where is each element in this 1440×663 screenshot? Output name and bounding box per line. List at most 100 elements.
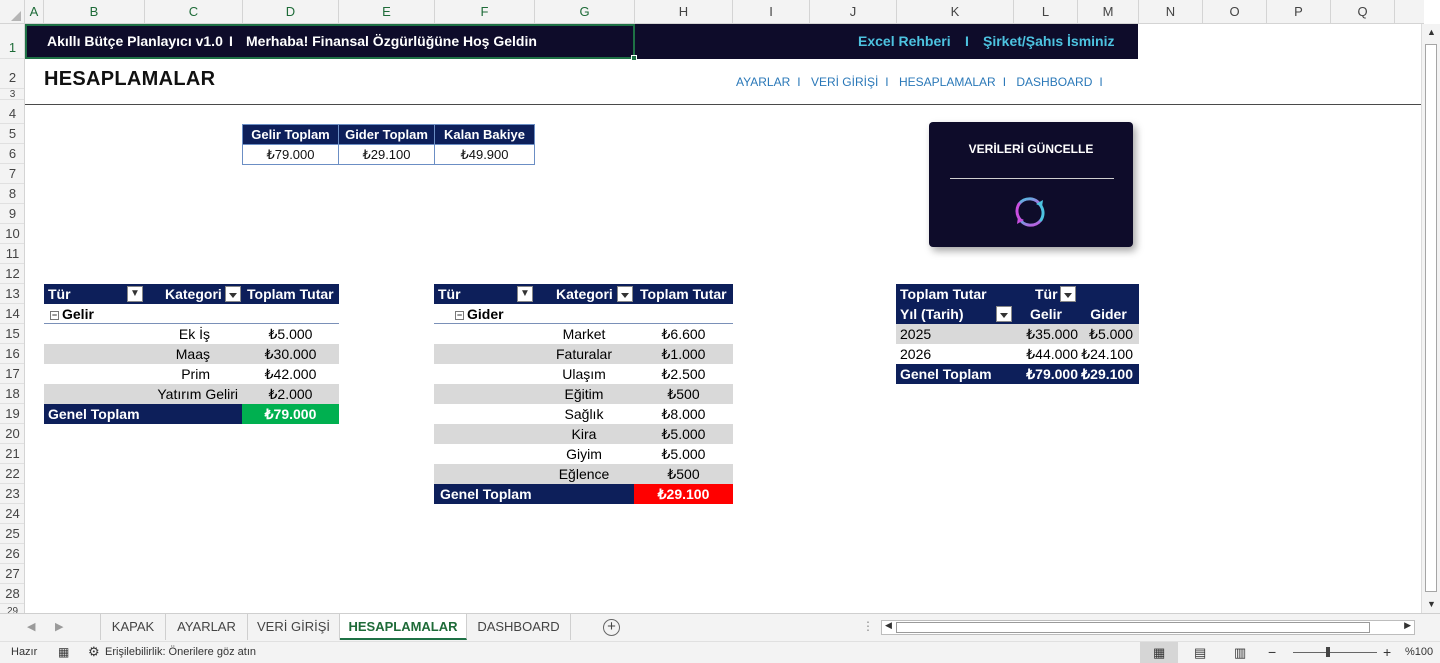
grand-total-row[interactable]: Genel Toplam ₺79.000 [44, 404, 339, 424]
table-row[interactable]: Market ₺6.600 [434, 324, 733, 344]
table-row[interactable]: Yatırım Geliri ₺2.000 [44, 384, 339, 404]
fill-handle[interactable] [631, 55, 637, 61]
column-header-n[interactable]: N [1139, 0, 1203, 24]
column-header-a[interactable]: A [25, 0, 44, 24]
row-header[interactable]: 7 [0, 164, 24, 184]
nav-link-hesaplamalar[interactable]: HESAPLAMALAR [899, 75, 996, 89]
row-header[interactable]: 20 [0, 424, 24, 444]
nav-link-ayarlar[interactable]: AYARLAR [736, 75, 790, 89]
column-header-i[interactable]: I [733, 0, 810, 24]
dropdown-button[interactable] [617, 286, 633, 302]
table-row[interactable]: Prim ₺42.000 [44, 364, 339, 384]
row-header[interactable]: 23 [0, 484, 24, 504]
column-header-f[interactable]: F [435, 0, 535, 24]
column-header-o[interactable]: O [1203, 0, 1267, 24]
sheet-tab-kapak[interactable]: KAPAK [100, 614, 166, 640]
row-header[interactable]: 21 [0, 444, 24, 464]
column-header-q[interactable]: Q [1331, 0, 1395, 24]
column-header-l[interactable]: L [1014, 0, 1078, 24]
collapse-icon[interactable]: − [455, 311, 464, 320]
column-header-m[interactable]: M [1078, 0, 1139, 24]
column-header-e[interactable]: E [339, 0, 435, 24]
column-header-c[interactable]: C [145, 0, 243, 24]
next-sheet-icon[interactable]: ▶ [55, 620, 63, 633]
table-row[interactable]: Ulaşım ₺2.500 [434, 364, 733, 384]
row-header[interactable]: 10 [0, 224, 24, 244]
zoom-slider-knob[interactable] [1326, 647, 1330, 657]
update-data-button[interactable]: VERİLERİ GÜNCELLE [929, 122, 1133, 247]
row-header[interactable]: 15 [0, 324, 24, 344]
column-header-h[interactable]: H [635, 0, 733, 24]
table-row[interactable]: Eğitim ₺500 [434, 384, 733, 404]
table-row[interactable]: Kira ₺5.000 [434, 424, 733, 444]
table-row[interactable]: Sağlık ₺8.000 [434, 404, 733, 424]
row-header[interactable]: 8 [0, 184, 24, 204]
summary-income-value[interactable]: ₺79.000 [242, 144, 339, 165]
sheet-tab-ayarlar[interactable]: AYARLAR [166, 614, 248, 640]
excel-guide-link[interactable]: Excel Rehberi [858, 24, 951, 59]
collapse-icon[interactable]: − [50, 311, 59, 320]
grand-total-row[interactable]: Genel Toplam ₺79.000 ₺29.100 [896, 364, 1139, 384]
scroll-up-icon[interactable]: ▲ [1427, 27, 1436, 37]
grand-total-row[interactable]: Genel Toplam ₺29.100 [434, 484, 733, 504]
row-header[interactable]: 17 [0, 364, 24, 384]
income-pivot-table[interactable]: Tür ▼ Kategori Toplam Tutar − Gelir Ek İş… [44, 284, 339, 425]
splitter-handle-icon[interactable]: ⋮ [862, 619, 874, 633]
page-layout-view-button[interactable]: ▤ [1181, 642, 1219, 663]
row-header[interactable]: 26 [0, 544, 24, 564]
zoom-in-icon[interactable]: + [1383, 644, 1391, 660]
dropdown-button[interactable] [1060, 286, 1076, 302]
table-row[interactable]: Ek İş ₺5.000 [44, 324, 339, 344]
table-row[interactable]: Maaş ₺30.000 [44, 344, 339, 364]
row-header[interactable]: 6 [0, 144, 24, 164]
row-header[interactable]: 13 [0, 284, 24, 304]
sheet-grid[interactable]: Akıllı Bütçe Planlayıcı v1.0 I Merhaba! … [25, 24, 1421, 613]
page-break-view-button[interactable]: ▥ [1221, 642, 1259, 663]
pivot-group-row[interactable]: − Gider [434, 304, 733, 324]
row-header[interactable]: 14 [0, 304, 24, 324]
row-header[interactable]: 16 [0, 344, 24, 364]
row-header[interactable]: 9 [0, 204, 24, 224]
select-all-corner[interactable] [0, 0, 25, 24]
row-header[interactable]: 28 [0, 584, 24, 604]
sheet-tab-veri-girisi[interactable]: VERİ GİRİŞİ [248, 614, 340, 640]
yearly-pivot-table[interactable]: Toplam Tutar Tür Yıl (Tarih) Gelir Gider… [896, 284, 1139, 385]
column-header-g[interactable]: G [535, 0, 635, 24]
prev-sheet-icon[interactable]: ◀ [27, 620, 35, 633]
scrollbar-thumb[interactable] [896, 622, 1370, 633]
table-row[interactable]: 2026 ₺44.000 ₺24.100 [896, 344, 1139, 364]
row-header[interactable]: 29 [0, 604, 24, 613]
row-header[interactable]: 5 [0, 124, 24, 144]
table-row[interactable]: Eğlence ₺500 [434, 464, 733, 484]
row-header[interactable]: 27 [0, 564, 24, 584]
selected-cell-range[interactable] [25, 24, 637, 61]
accessibility-status[interactable]: Erişilebilirlik: Önerilere göz atın [105, 646, 256, 658]
row-header[interactable]: 18 [0, 384, 24, 404]
nav-link-veri-girisi[interactable]: VERİ GİRİŞİ [811, 75, 878, 89]
nav-link-dashboard[interactable]: DASHBOARD [1016, 75, 1092, 89]
scroll-left-icon[interactable]: ◀ [885, 620, 892, 631]
scroll-down-icon[interactable]: ▼ [1427, 599, 1436, 609]
row-header[interactable]: 25 [0, 524, 24, 544]
normal-view-button[interactable]: ▦ [1140, 642, 1178, 663]
column-header-d[interactable]: D [243, 0, 339, 24]
row-header[interactable]: 4 [0, 100, 24, 124]
pivot-group-row[interactable]: − Gelir [44, 304, 339, 324]
sheet-tab-hesaplamalar[interactable]: HESAPLAMALAR [340, 614, 467, 640]
scroll-right-icon[interactable]: ▶ [1404, 620, 1411, 631]
row-header[interactable]: 3 [0, 89, 24, 100]
summary-balance-value[interactable]: ₺49.900 [434, 144, 535, 165]
table-row[interactable]: Giyim ₺5.000 [434, 444, 733, 464]
column-header-p[interactable]: P [1267, 0, 1331, 24]
table-row[interactable]: Faturalar ₺1.000 [434, 344, 733, 364]
macro-record-icon[interactable]: ▦ [58, 645, 69, 659]
row-header[interactable]: 24 [0, 504, 24, 524]
filter-button[interactable]: ▼ [517, 286, 533, 302]
add-sheet-icon[interactable]: + [603, 619, 620, 636]
expense-pivot-table[interactable]: Tür ▼ Kategori Toplam Tutar − Gider Marke… [434, 284, 733, 505]
horizontal-scrollbar[interactable]: ◀ ▶ [881, 620, 1415, 635]
zoom-out-icon[interactable]: − [1268, 644, 1276, 660]
row-header[interactable]: 2 [0, 59, 24, 89]
dropdown-button[interactable] [996, 306, 1012, 322]
row-header[interactable]: 12 [0, 264, 24, 284]
